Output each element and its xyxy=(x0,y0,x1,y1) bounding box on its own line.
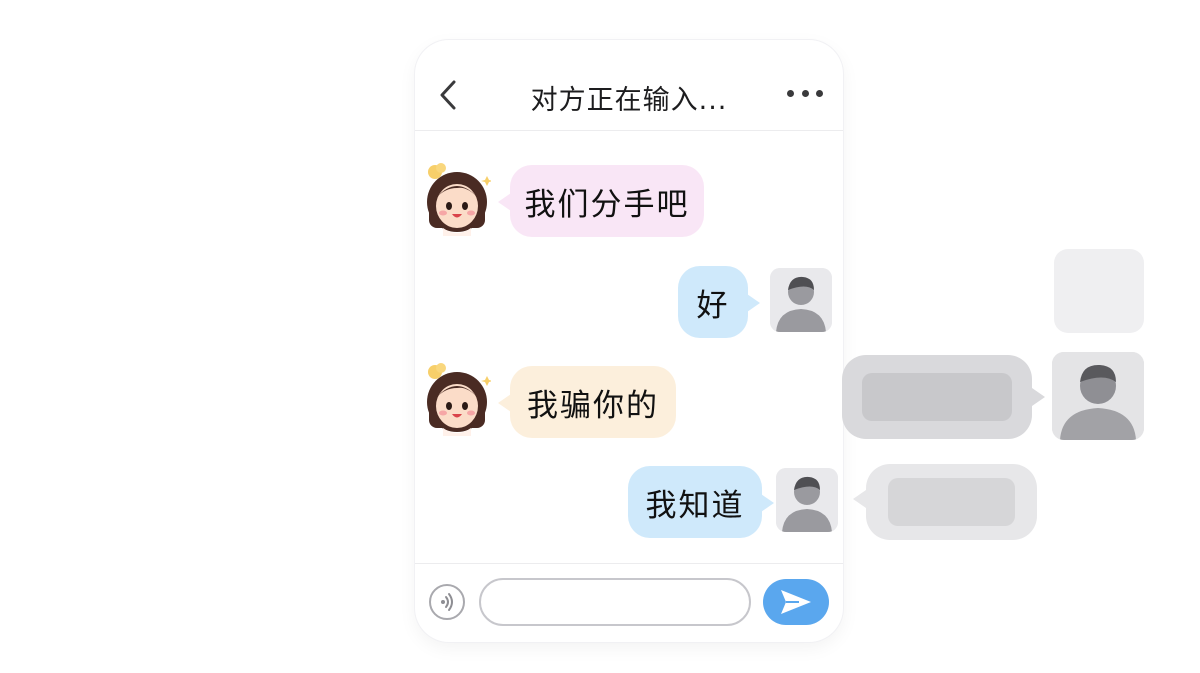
user-avatar-icon xyxy=(776,468,838,532)
more-button[interactable] xyxy=(787,86,823,100)
message-bubble-other[interactable]: 我们分手吧 xyxy=(498,165,704,237)
ghost-bubble-content xyxy=(862,373,1012,421)
avatar-girl[interactable] xyxy=(421,162,493,236)
ghost-avatar xyxy=(1052,352,1144,440)
ghost-avatar-placeholder xyxy=(1054,249,1144,333)
avatar-boy[interactable] xyxy=(770,268,832,332)
more-dot xyxy=(816,89,823,97)
avatar-girl[interactable] xyxy=(421,362,493,436)
message-text: 我们分手吧 xyxy=(524,186,690,223)
more-horizontal-icon xyxy=(787,89,794,97)
ghost-message-bubble xyxy=(866,464,1037,540)
chat-header: 对方正在输入... xyxy=(415,40,843,131)
user-avatar-icon xyxy=(770,268,832,332)
girl-avatar-icon xyxy=(427,163,493,236)
chevron-left-icon xyxy=(440,80,456,110)
ghost-bubble-content xyxy=(888,478,1015,526)
canvas: 对方正在输入... 我们分手吧 好 我骗你的 我知道 xyxy=(0,0,1200,673)
message-input[interactable] xyxy=(479,578,751,626)
bubble-tail xyxy=(747,294,760,312)
bubble-tail xyxy=(498,193,511,211)
message-bubble-me[interactable]: 好 xyxy=(678,266,760,338)
girl-avatar-icon xyxy=(427,363,493,436)
message-bubble-me[interactable]: 我知道 xyxy=(628,466,774,538)
message-bubble-other[interactable]: 我骗你的 xyxy=(498,366,676,438)
ghost-message-bubble xyxy=(842,355,1032,439)
voice-icon xyxy=(441,593,453,611)
composer-bar xyxy=(415,563,843,642)
avatar-boy[interactable] xyxy=(776,468,838,532)
back-button[interactable] xyxy=(433,78,463,112)
ghost-bubble-tail xyxy=(853,490,866,508)
send-button[interactable] xyxy=(763,579,829,625)
bubble-tail xyxy=(761,494,774,512)
chat-window: 对方正在输入... 我们分手吧 好 我骗你的 我知道 xyxy=(415,40,843,642)
ghost-bubble-tail xyxy=(1032,388,1045,406)
ghost-user-icon xyxy=(1052,352,1144,440)
message-text: 好 xyxy=(696,287,730,324)
chat-title: 对方正在输入... xyxy=(530,85,728,116)
voice-button[interactable] xyxy=(429,584,465,620)
message-text: 我骗你的 xyxy=(527,387,659,424)
send-icon xyxy=(781,590,811,614)
more-dot xyxy=(801,89,809,97)
message-text: 我知道 xyxy=(645,487,745,524)
bubble-tail xyxy=(498,394,511,412)
